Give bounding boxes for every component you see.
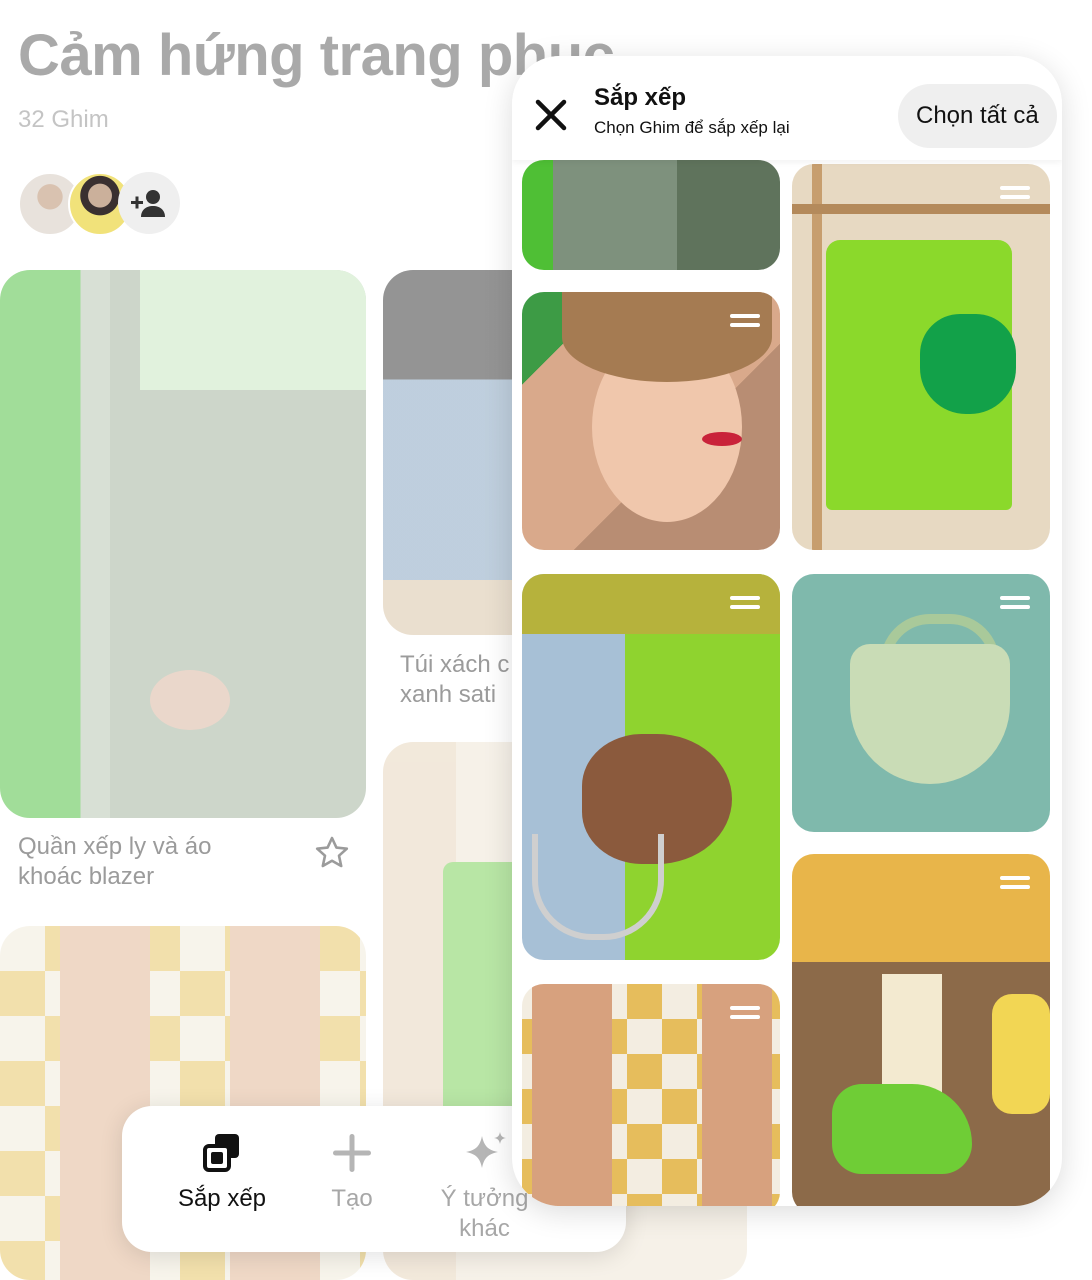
pin-tile[interactable] [792, 574, 1050, 832]
organize-title: Sắp xếp [594, 84, 687, 111]
add-collaborator-button[interactable] [118, 172, 180, 234]
pin-tile[interactable] [522, 292, 780, 550]
drag-handle-icon[interactable] [730, 314, 760, 328]
pin-caption[interactable]: Quần xếp ly và áo khoác blazer [18, 832, 288, 892]
pin-caption-line: khoác blazer [18, 863, 155, 890]
star-icon[interactable] [314, 835, 350, 871]
pin-tile[interactable] [522, 984, 780, 1206]
drag-handle-icon[interactable] [1000, 596, 1030, 610]
create-button[interactable]: Tạo [307, 1130, 397, 1214]
pin-tile[interactable] [792, 854, 1050, 1206]
drag-handle-icon[interactable] [730, 596, 760, 610]
more-ideas-line: Ý tưởng [440, 1185, 529, 1212]
pin-tile[interactable] [522, 160, 780, 270]
organize-header: Sắp xếp Chọn Ghim để sắp xếp lại Chọn tấ… [512, 56, 1062, 160]
pin-caption-line: xanh sati [400, 681, 497, 708]
plus-icon [333, 1134, 371, 1172]
organize-button[interactable]: Sắp xếp [162, 1130, 282, 1214]
pin-image[interactable] [0, 270, 366, 818]
drag-handle-icon[interactable] [1000, 876, 1030, 890]
pin-caption[interactable]: Túi xách c xanh sati [400, 650, 512, 710]
more-ideas-line: khác [459, 1215, 510, 1242]
pin-tile[interactable] [522, 574, 780, 960]
organize-label: Sắp xếp [177, 1185, 267, 1212]
select-all-button[interactable]: Chọn tất cả [898, 84, 1057, 148]
organize-icon [203, 1134, 239, 1172]
sparkle-icon [465, 1132, 506, 1168]
create-label: Tạo [331, 1185, 373, 1212]
pin-tile[interactable] [792, 164, 1050, 550]
pin-count: 32 Ghim [18, 106, 109, 133]
close-icon[interactable] [532, 96, 570, 134]
collaborators [18, 172, 188, 236]
add-person-icon [131, 190, 165, 217]
organize-subtitle: Chọn Ghim để sắp xếp lại [594, 118, 790, 137]
pin-caption-line: Quần xếp ly và áo [18, 833, 212, 860]
drag-handle-icon[interactable] [730, 1006, 760, 1020]
pin-caption-line: Túi xách c [400, 651, 510, 678]
organize-panel: Sắp xếp Chọn Ghim để sắp xếp lại Chọn tấ… [512, 56, 1062, 1206]
drag-handle-icon[interactable] [1000, 186, 1030, 200]
